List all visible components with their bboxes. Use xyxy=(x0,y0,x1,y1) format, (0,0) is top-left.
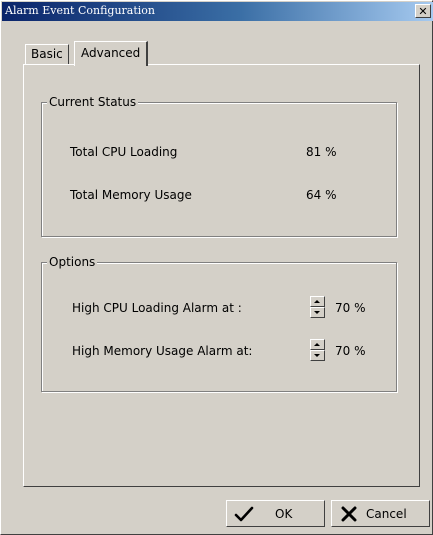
cpu-alarm-spinner[interactable] xyxy=(310,296,325,318)
tab-basic-label: Basic xyxy=(31,47,63,61)
ok-button-label: OK xyxy=(275,506,293,521)
cpu-loading-value: 81 % xyxy=(306,145,337,159)
close-button[interactable]: ✕ xyxy=(415,4,431,18)
ok-button[interactable]: OK xyxy=(226,500,325,527)
window-title: Alarm Event Configuration xyxy=(5,4,156,17)
memory-alarm-label: High Memory Usage Alarm at: xyxy=(72,344,253,358)
memory-alarm-decrease-button[interactable] xyxy=(310,350,325,361)
alarm-event-configuration-window: Alarm Event Configuration ✕ Basic Advanc… xyxy=(0,0,433,535)
checkmark-icon xyxy=(233,503,255,525)
current-status-group-title: Current Status xyxy=(47,95,139,109)
memory-usage-label: Total Memory Usage xyxy=(70,188,192,202)
cpu-alarm-increase-button[interactable] xyxy=(310,296,325,307)
cpu-alarm-value[interactable]: 70 % xyxy=(335,301,366,315)
title-bar[interactable]: Alarm Event Configuration ✕ xyxy=(2,2,433,21)
options-group: Options High CPU Loading Alarm at : 70 %… xyxy=(41,255,397,392)
memory-alarm-increase-button[interactable] xyxy=(310,339,325,350)
tab-advanced[interactable]: Advanced xyxy=(74,41,149,66)
cpu-loading-label: Total CPU Loading xyxy=(70,145,178,159)
cancel-button-label: Cancel xyxy=(366,506,407,521)
cpu-alarm-label: High CPU Loading Alarm at : xyxy=(72,301,242,315)
memory-alarm-spinner[interactable] xyxy=(310,339,325,361)
current-status-group: Current Status Total CPU Loading 81 % To… xyxy=(41,95,397,237)
close-icon: ✕ xyxy=(418,4,428,18)
x-icon xyxy=(338,503,360,525)
advanced-tab-panel: Current Status Total CPU Loading 81 % To… xyxy=(23,64,420,487)
options-group-title: Options xyxy=(47,255,98,269)
memory-alarm-value[interactable]: 70 % xyxy=(335,344,366,358)
cancel-button[interactable]: Cancel xyxy=(331,500,430,527)
cpu-alarm-decrease-button[interactable] xyxy=(310,307,325,318)
memory-usage-value: 64 % xyxy=(306,188,337,202)
tab-advanced-label: Advanced xyxy=(81,46,141,60)
tab-basic[interactable]: Basic xyxy=(25,44,69,64)
